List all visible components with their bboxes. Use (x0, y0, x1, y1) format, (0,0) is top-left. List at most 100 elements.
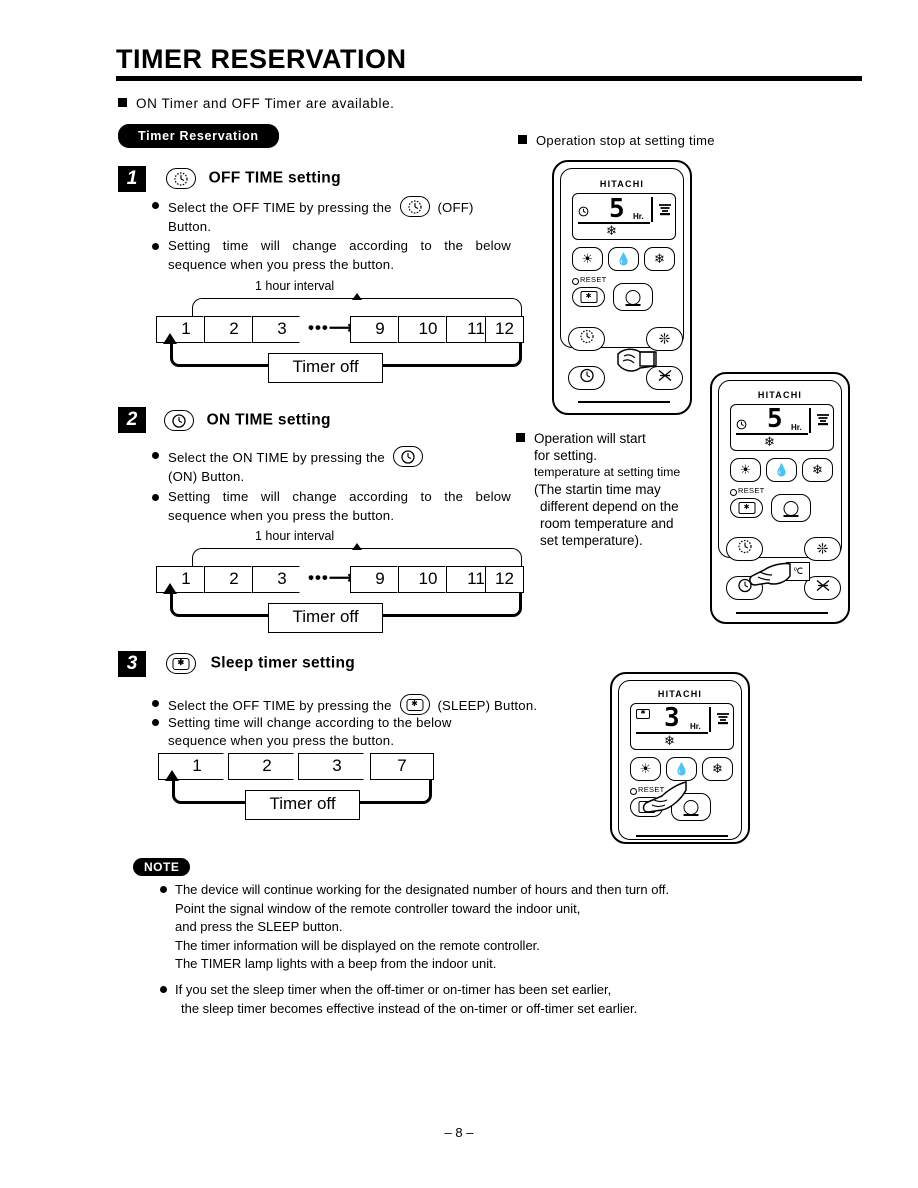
clock-off-icon (166, 168, 196, 189)
lcd-louver-icon (715, 711, 731, 731)
step-3-bullet-1: Select the OFF TIME by pressing the ✱ (S… (168, 694, 588, 715)
intro-line: ON Timer and OFF Timer are available. (118, 96, 395, 111)
cool-mode-button[interactable]: ❄ (702, 757, 733, 781)
lcd-clock-icon (578, 204, 589, 222)
ellipsis-arrow-icon: •••⟶ (308, 318, 355, 337)
note-badge: NOTE (133, 858, 191, 876)
loop-arrow-icon (165, 770, 179, 781)
lcd-hours-value: 5 (609, 194, 625, 224)
step-3-bullet-1-suffix: (SLEEP) Button. (437, 698, 538, 713)
snowflake-icon: ❄ (812, 462, 823, 477)
remote-brand: HITACHI (599, 179, 645, 189)
power-icon (625, 290, 641, 305)
dry-mode-button[interactable]: 💧 (608, 247, 639, 271)
power-button[interactable] (613, 283, 653, 311)
step-3-heading: Sleep timer setting (210, 654, 355, 672)
step-3-bullet-2-line1: Setting time will change according to th… (168, 715, 452, 730)
remote-brand: HITACHI (757, 390, 803, 400)
brace (192, 298, 522, 318)
lcd-display: 5 Hr. ❄ (572, 193, 676, 240)
timer-off-box: Timer off (245, 790, 360, 820)
intro-text: ON Timer and OFF Timer are available. (136, 96, 395, 111)
pointing-hand-icon (617, 348, 657, 372)
page-number: – 8 – (444, 1125, 474, 1140)
step-2-bullet-1-line2: (ON) Button. (168, 469, 245, 484)
sun-icon: ☀ (639, 761, 652, 776)
clock-off-icon (579, 329, 594, 349)
seq-box: 3 (298, 753, 376, 780)
clock-off-icon-inline (399, 196, 430, 217)
bullet-dot (160, 986, 167, 993)
seq-box: 12 (485, 316, 524, 343)
sleep-button[interactable]: ✱ (730, 498, 763, 518)
step-2-number: 2 (118, 407, 146, 433)
lcd-display: ✱ 3 Hr. ❄ (630, 703, 734, 750)
heat-mode-button[interactable]: ☀ (730, 458, 761, 482)
dry-mode-button[interactable]: 💧 (766, 458, 797, 482)
pointing-hand-icon (749, 562, 791, 586)
bullet-dot (152, 452, 159, 459)
square-bullet-icon (516, 433, 525, 442)
note-line: If you set the sleep timer when the off-… (175, 982, 612, 997)
clock-on-icon-inline (392, 446, 423, 467)
remote-bottom-line (578, 401, 670, 403)
lcd-snowflake-icon: ❄ (764, 434, 775, 449)
sun-icon: ☀ (739, 462, 752, 477)
step-1-heading: OFF TIME setting (208, 169, 341, 187)
hour-interval-label: 1 hour interval (255, 529, 335, 543)
step-2-bullet-2-line2: sequence when you press the button. (168, 508, 395, 523)
timer-off-button[interactable] (568, 327, 605, 351)
note-line: The TIMER lamp lights with a beep from t… (175, 956, 497, 971)
remote-controller-off: HITACHI 5 Hr. ❄ ☀ 💧 ❄ RESET ✱ ❊ (552, 160, 692, 415)
lcd-louver-icon (657, 202, 673, 222)
seq-box: 7 (370, 753, 434, 780)
heat-mode-button[interactable]: ☀ (572, 247, 603, 271)
sleep-icon: ✱ (166, 653, 196, 674)
bullet-dot (152, 202, 159, 209)
timer-off-box: Timer off (268, 603, 383, 633)
caption-operation-start: Operation will start for setting. temper… (516, 430, 716, 549)
step-1-bullet-1-text: Select the OFF TIME by pressing the (168, 200, 392, 215)
step-2-header: ON TIME setting (164, 410, 331, 431)
remote-brand: HITACHI (657, 689, 703, 699)
lcd-louver-icon (815, 412, 831, 432)
clock-on-icon (164, 410, 194, 431)
brace-tip-icon (352, 293, 362, 300)
step-1-bullet-1-line2: Button. (168, 219, 212, 234)
square-bullet-icon (518, 135, 527, 144)
caption-operation-stop: Operation stop at setting time (518, 133, 715, 148)
bullet-dot (152, 719, 159, 726)
brace (192, 548, 522, 568)
sleep-icon: ✱ (580, 291, 597, 303)
bullet-dot (152, 700, 159, 707)
seq-box: 2 (228, 753, 306, 780)
note-line: The timer information will be displayed … (175, 937, 540, 953)
water-drop-icon: 💧 (774, 463, 789, 477)
cool-mode-button[interactable]: ❄ (802, 458, 833, 482)
lcd-hr-label: Hr. (791, 423, 802, 432)
lcd-snowflake-icon: ❄ (664, 733, 675, 748)
lcd-sleep-icon: ✱ (636, 709, 650, 719)
fan-speed-button[interactable]: ❊ (804, 537, 841, 561)
step-3-bullet-1-text: Select the OFF TIME by pressing the (168, 698, 392, 713)
snowflake-icon: ❄ (712, 761, 723, 776)
note-line: Point the signal window of the remote co… (175, 900, 581, 916)
bullet-dot (152, 494, 159, 501)
lcd-clock-icon (736, 417, 747, 435)
section-badge: Timer Reservation (118, 124, 279, 148)
remote-bottom-line (636, 835, 728, 837)
sleep-icon-inline: ✱ (399, 694, 430, 715)
swing-icon (815, 579, 831, 598)
step-1-bullet-1: Select the OFF TIME by pressing the (OFF… (168, 196, 508, 236)
lcd-hours-value: 3 (664, 703, 680, 733)
power-button[interactable] (771, 494, 811, 522)
cool-mode-button[interactable]: ❄ (644, 247, 675, 271)
step-1-bullet-2-line1: Setting time will change according to th… (168, 238, 511, 253)
brace-tip-icon (352, 543, 362, 550)
sleep-button[interactable]: ✱ (572, 287, 605, 307)
step-1-bullet-1-suffix: (OFF) (437, 200, 474, 215)
step-2-bullet-2-line1: Setting time will change according to th… (168, 489, 511, 504)
sleep-icon: ✱ (738, 502, 755, 514)
power-icon (783, 501, 799, 516)
timer-on-button[interactable] (568, 366, 605, 390)
